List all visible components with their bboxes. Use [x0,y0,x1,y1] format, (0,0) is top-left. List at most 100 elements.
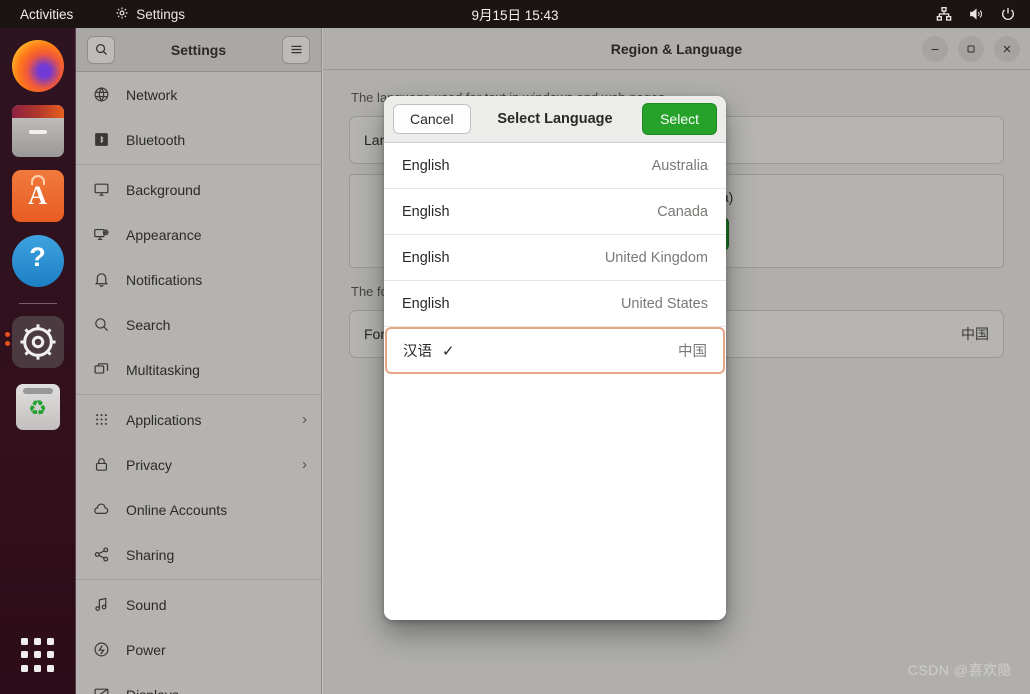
sidebar-title: Settings [170,41,227,58]
sidebar-item-label: Power [126,641,166,658]
sidebar-item-bluetooth[interactable]: Bluetooth [76,117,321,162]
maximize-button[interactable] [958,35,984,62]
dock-item-trash[interactable]: ♻ [12,381,64,433]
language-list[interactable]: English Australia English Canada English… [384,143,726,620]
sidebar-item-online-accounts[interactable]: Online Accounts [76,487,321,532]
search-button[interactable] [87,35,115,64]
topbar-app-menu[interactable]: Settings [115,6,185,23]
power-icon [1000,6,1016,22]
sidebar-item-appearance[interactable]: Appearance [76,212,321,257]
multitasking-icon [92,360,111,379]
settings-icon [11,316,64,368]
sidebar-item-network[interactable]: Network [76,72,321,117]
watermark: CSDN @喜欢隐 [907,662,1012,678]
language-name: English [402,203,450,220]
select-language-dialog: Cancel Select Language Select English Au… [384,96,726,620]
sidebar-item-label: Sound [126,596,167,613]
sidebar-item-label: Online Accounts [126,501,228,518]
dock-separator [18,303,57,304]
sidebar-item-label: Search [126,316,171,333]
language-region: United Kingdom [604,249,708,266]
check-icon: ✓ [442,342,455,360]
apps-grid-icon [92,410,111,429]
firefox-icon [11,40,64,92]
help-glyph: ? [29,242,46,272]
sidebar-item-label: Bluetooth [126,131,186,148]
language-list-item[interactable]: English United Kingdom [384,235,726,281]
network-icon [936,6,952,22]
language-name: 汉语 [403,344,432,360]
globe-icon [92,85,111,104]
language-name: English [402,249,450,266]
running-indicator-dots [4,332,10,346]
select-button[interactable]: Select [642,103,717,135]
gnome-top-bar: Activities Settings 9月15日 15:43 [0,0,1030,28]
power-icon [92,640,111,659]
sidebar-item-label: Background [126,181,201,198]
sidebar-item-background[interactable]: Background [76,167,321,212]
sidebar-separator [76,164,321,165]
language-region: Canada [657,203,708,220]
sidebar-item-displays[interactable]: Displays [76,672,321,694]
language-region: Australia [651,157,708,174]
dock-item-files[interactable] [11,105,64,157]
language-region: United States [620,295,708,312]
clock-label[interactable]: 9月15日 15:43 [471,8,558,23]
gear-icon [115,6,129,23]
hamburger-menu-button[interactable] [282,35,310,64]
language-list-item[interactable]: English United States [384,281,726,327]
chevron-right-icon: › [302,456,307,473]
close-button[interactable] [994,35,1020,62]
sidebar-item-multitasking[interactable]: Multitasking [76,347,321,392]
window-controls [922,35,1020,62]
sidebar-item-label: Applications [126,411,202,428]
bluetooth-icon [92,130,111,149]
dock-item-app-store[interactable]: A [11,170,64,222]
sidebar-item-sharing[interactable]: Sharing [76,532,321,577]
window-titlebar: Region & Language [323,28,1030,70]
sidebar-item-label: Sharing [126,546,175,563]
search-icon [92,315,111,334]
sidebar-separator [76,579,321,580]
settings-sidebar: Settings Network Bluetooth Background Ap… [76,28,322,694]
volume-icon [968,6,984,22]
show-applications-button[interactable] [20,638,55,672]
sidebar-item-search[interactable]: Search [76,302,321,347]
language-list-item[interactable]: English Canada [384,189,726,235]
minimize-button[interactable] [922,35,948,62]
activities-button[interactable]: Activities [20,7,73,22]
chevron-right-icon: › [302,411,307,428]
sidebar-item-label: Multitasking [126,361,200,378]
topbar-app-name: Settings [136,6,186,22]
cloud-icon [92,500,111,519]
trash-icon: ♻ [15,384,60,430]
desktop-screen: Activities Settings 9月15日 15:43 A ? ♻ Se… [0,0,1030,694]
language-name: English [402,295,450,312]
sidebar-item-notifications[interactable]: Notifications [76,257,321,302]
display-icon [92,685,111,694]
cancel-button[interactable]: Cancel [393,104,471,134]
sidebar-item-sound[interactable]: Sound [76,582,321,627]
formats-row-value: 中国 [961,326,989,342]
sidebar-header: Settings [76,28,321,72]
ubuntu-dock: A ? ♻ [0,28,76,694]
app-store-icon: A [11,170,64,222]
sidebar-item-applications[interactable]: Applications › [76,397,321,442]
dock-item-settings[interactable] [4,316,64,368]
files-icon [11,105,64,157]
language-list-item-selected[interactable]: 汉语 ✓ 中国 [385,327,725,374]
dock-item-help[interactable]: ? [11,235,64,287]
app-store-glyph: A [28,181,47,210]
system-tray[interactable] [936,6,1016,22]
sound-icon [92,595,111,614]
sidebar-item-power[interactable]: Power [76,627,321,672]
language-region: 中国 [678,344,707,360]
language-list-item[interactable]: English Australia [384,143,726,189]
dock-item-firefox[interactable] [11,40,64,92]
sidebar-item-privacy[interactable]: Privacy › [76,442,321,487]
share-icon [92,545,111,564]
sidebar-item-label: Network [126,86,178,103]
sidebar-item-label: Notifications [126,271,203,288]
sidebar-item-label: Displays [126,687,307,694]
sidebar-item-label: Privacy [126,456,172,473]
